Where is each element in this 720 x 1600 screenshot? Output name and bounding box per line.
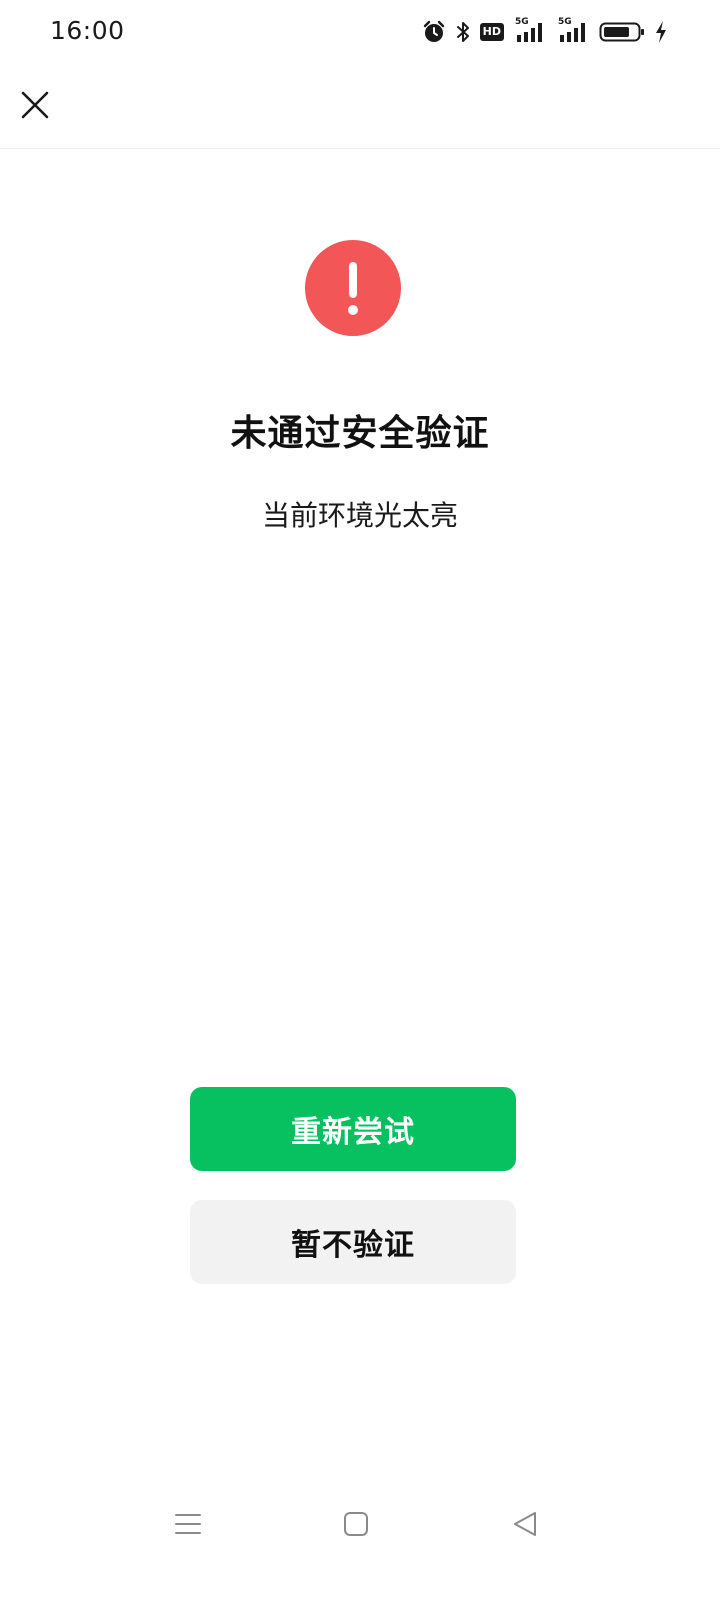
home-button[interactable]	[336, 1504, 376, 1544]
back-button[interactable]	[505, 1504, 545, 1544]
close-icon	[21, 91, 49, 119]
back-icon	[514, 1512, 536, 1536]
top-nav	[0, 64, 720, 149]
network-label: 5G	[558, 17, 572, 27]
close-button[interactable]	[14, 84, 56, 126]
retry-button[interactable]: 重新尝试	[190, 1087, 516, 1171]
menu-icon	[175, 1514, 201, 1534]
home-icon	[344, 1512, 368, 1536]
charging-icon	[654, 20, 668, 44]
result-title: 未通过安全验证	[230, 413, 490, 454]
menu-button[interactable]	[168, 1504, 208, 1544]
skip-verification-button[interactable]: 暂不验证	[190, 1200, 516, 1284]
result-description: 当前环境光太亮	[261, 499, 458, 532]
status-bar: 16:00 HD 5G 5G	[0, 0, 720, 64]
alarm-icon	[422, 20, 446, 44]
status-icons: HD 5G 5G	[422, 17, 668, 46]
exclamation-icon	[305, 240, 401, 336]
hd-icon: HD	[479, 23, 504, 41]
signal-5g-icon: 5G	[513, 17, 547, 44]
system-nav-bar	[0, 1490, 720, 1560]
network-label: 5G	[515, 17, 529, 27]
battery-icon	[599, 20, 645, 44]
status-time: 16:00	[50, 16, 125, 45]
screen: 16:00 HD 5G 5G 未通过安全验证 当前环境光太亮 重新尝试 暂不验证	[0, 0, 720, 1600]
bluetooth-icon	[455, 20, 471, 44]
signal-5g-icon: 5G	[556, 17, 590, 44]
